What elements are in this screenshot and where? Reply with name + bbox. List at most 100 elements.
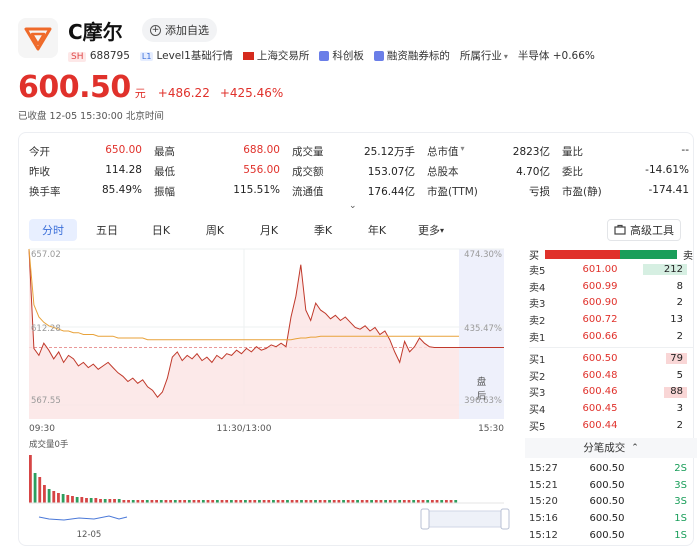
intraday-chart[interactable]: 657.02612.28567.55474.30%435.47%396.63%盘… xyxy=(19,245,519,545)
market-tag: SH xyxy=(68,51,87,62)
add-favorite-button[interactable]: + 添加自选 xyxy=(142,18,217,42)
level-qty: 3 xyxy=(676,403,683,415)
margin-tag[interactable]: 融资融券标的 xyxy=(373,48,450,63)
stat-label: 流通值 xyxy=(292,185,324,198)
stat-value: -- xyxy=(681,143,689,156)
level-price: 600.50 xyxy=(582,352,618,364)
tick-time: 15:16 xyxy=(529,513,558,525)
stats-row: 换手率 85.49% 振幅 115.51% 流通值 176.44亿 市盈(TTM) 亏损 市盈(… xyxy=(29,181,689,201)
level-price: 600.44 xyxy=(582,420,618,432)
stat-label: 总市值 xyxy=(427,145,459,158)
volume-bar xyxy=(52,491,56,503)
tick-volume: 3S xyxy=(674,479,687,491)
level-qty: 13 xyxy=(670,314,683,326)
bid-row[interactable]: 买2 600.48 5 xyxy=(529,367,693,384)
tab-6[interactable]: 年K xyxy=(353,219,401,241)
divider xyxy=(529,346,693,348)
volume-bar xyxy=(33,473,37,503)
stat-label: 总股本 xyxy=(427,165,459,178)
last-price: 600.50 xyxy=(18,70,131,105)
stat-label: 成交额 xyxy=(292,165,324,178)
industry-tag[interactable]: 半导体 +0.66% xyxy=(518,48,595,63)
ticks-header[interactable]: 分笔成交 ⌃ xyxy=(525,437,697,458)
y-tick-label: 612.28 xyxy=(31,324,61,334)
level-qty: 8 xyxy=(676,280,683,292)
y-tick-label-pct: 435.47% xyxy=(464,324,502,334)
tick-time: 15:12 xyxy=(529,530,558,542)
ask-row[interactable]: 卖1 600.66 2 xyxy=(529,328,693,345)
volume-bar xyxy=(80,497,84,503)
tab-7[interactable]: 更多 ▾ xyxy=(407,219,455,241)
stat-cell: 振幅 115.51% xyxy=(154,184,292,199)
level-qty: 2 xyxy=(676,420,683,432)
stat-label: 最高 xyxy=(154,145,175,158)
chevron-down-icon: ▾ xyxy=(439,225,444,235)
exchange-tag[interactable]: 上海交易所 xyxy=(242,48,309,63)
bid-row[interactable]: 买4 600.45 3 xyxy=(529,400,693,417)
chevron-up-icon: ⌃ xyxy=(631,442,639,453)
level-price: 600.48 xyxy=(582,369,618,381)
ask-row[interactable]: 卖3 600.90 2 xyxy=(529,295,693,312)
volume-bar xyxy=(43,485,46,503)
tick-price: 600.50 xyxy=(589,496,625,508)
stat-value: 25.12万手 xyxy=(363,145,415,158)
stat-cell[interactable]: 总市值 ▾ 2823亿 xyxy=(427,144,562,159)
tick-price: 600.50 xyxy=(589,462,625,474)
level-label: 买3 xyxy=(529,388,546,400)
volume-bar xyxy=(108,499,112,503)
price-unit: 元 xyxy=(134,87,146,100)
ask-row[interactable]: 卖2 600.72 13 xyxy=(529,311,693,328)
level-price: 601.00 xyxy=(582,263,618,275)
stat-label: 委比 xyxy=(562,165,583,178)
stat-cell: 昨收 114.28 xyxy=(29,164,154,179)
volume-bar xyxy=(66,495,70,503)
level-tag[interactable]: L1 Level1基础行情 xyxy=(139,48,233,63)
ticks-list: 15:27 600.50 2S 15:21 600.50 3S 15:20 600.50 3S 1… xyxy=(529,460,693,544)
ask-row[interactable]: 卖4 600.99 8 xyxy=(529,278,693,295)
tab-2[interactable]: 日K xyxy=(137,219,185,241)
after-hours-label: 后 xyxy=(477,391,487,402)
stat-cell: 市盈(静) -174.41 xyxy=(562,184,689,199)
bid-row[interactable]: 买5 600.44 2 xyxy=(529,417,693,434)
price-change-pct: +425.46% xyxy=(219,86,284,100)
tab-label: 分时 xyxy=(42,224,64,237)
stat-label: 振幅 xyxy=(154,185,175,198)
board-tag[interactable]: 科创板 xyxy=(319,48,364,63)
tick-time: 15:27 xyxy=(529,462,558,474)
level-label: 买1 xyxy=(529,354,546,366)
stat-cell: 成交量 25.12万手 xyxy=(292,144,427,159)
level-qty: 88 xyxy=(670,386,683,398)
tab-4[interactable]: 月K xyxy=(245,219,293,241)
volume-bar xyxy=(75,497,79,503)
volume-bar xyxy=(89,498,93,503)
tab-5[interactable]: 季K xyxy=(299,219,347,241)
stat-cell: 成交额 153.07亿 xyxy=(292,164,427,179)
quote-card: 今开 650.00 最高 688.00 成交量 25.12万手 总市值 ▾ 2823亿 量比 --… xyxy=(18,132,697,546)
tick-time: 15:21 xyxy=(529,479,558,491)
price-change: +486.22 xyxy=(157,86,210,100)
buy-sell-ratio: 买 卖 xyxy=(529,247,693,262)
level-price: 600.99 xyxy=(582,280,618,292)
stat-cell: 今开 650.00 xyxy=(29,144,154,159)
advanced-tools-button[interactable]: 高级工具 xyxy=(607,219,681,241)
industry-dropdown[interactable]: 所属行业 ▾ xyxy=(460,48,508,63)
stat-cell: 委比 -14.61% xyxy=(562,164,689,179)
expand-stats-chevron-icon[interactable]: ⌄ xyxy=(349,201,357,211)
range-handle-right[interactable] xyxy=(500,508,510,530)
volume-bar xyxy=(99,499,102,503)
range-handle-left[interactable] xyxy=(420,508,430,530)
buy-label: 买 xyxy=(529,250,539,262)
tab-3[interactable]: 周K xyxy=(191,219,239,241)
tab-1[interactable]: 五日 xyxy=(83,219,131,241)
volume-bar xyxy=(47,489,51,503)
ask-levels: 卖5 601.00 212 卖4 600.99 8 卖3 600.90 2 卖2 600.72 13 卖… xyxy=(529,261,693,345)
bid-row[interactable]: 买3 600.46 88 xyxy=(529,384,693,401)
range-selector[interactable] xyxy=(424,510,506,528)
tab-0[interactable]: 分时 xyxy=(29,219,77,241)
tab-label: 年K xyxy=(367,224,387,237)
bid-row[interactable]: 买1 600.50 79 xyxy=(529,350,693,367)
ask-row[interactable]: 卖5 601.00 212 xyxy=(529,261,693,278)
stat-value: 亏损 xyxy=(529,185,550,198)
stat-value: 115.51% xyxy=(233,183,280,196)
x-tick-label: 09:30 xyxy=(29,424,55,434)
